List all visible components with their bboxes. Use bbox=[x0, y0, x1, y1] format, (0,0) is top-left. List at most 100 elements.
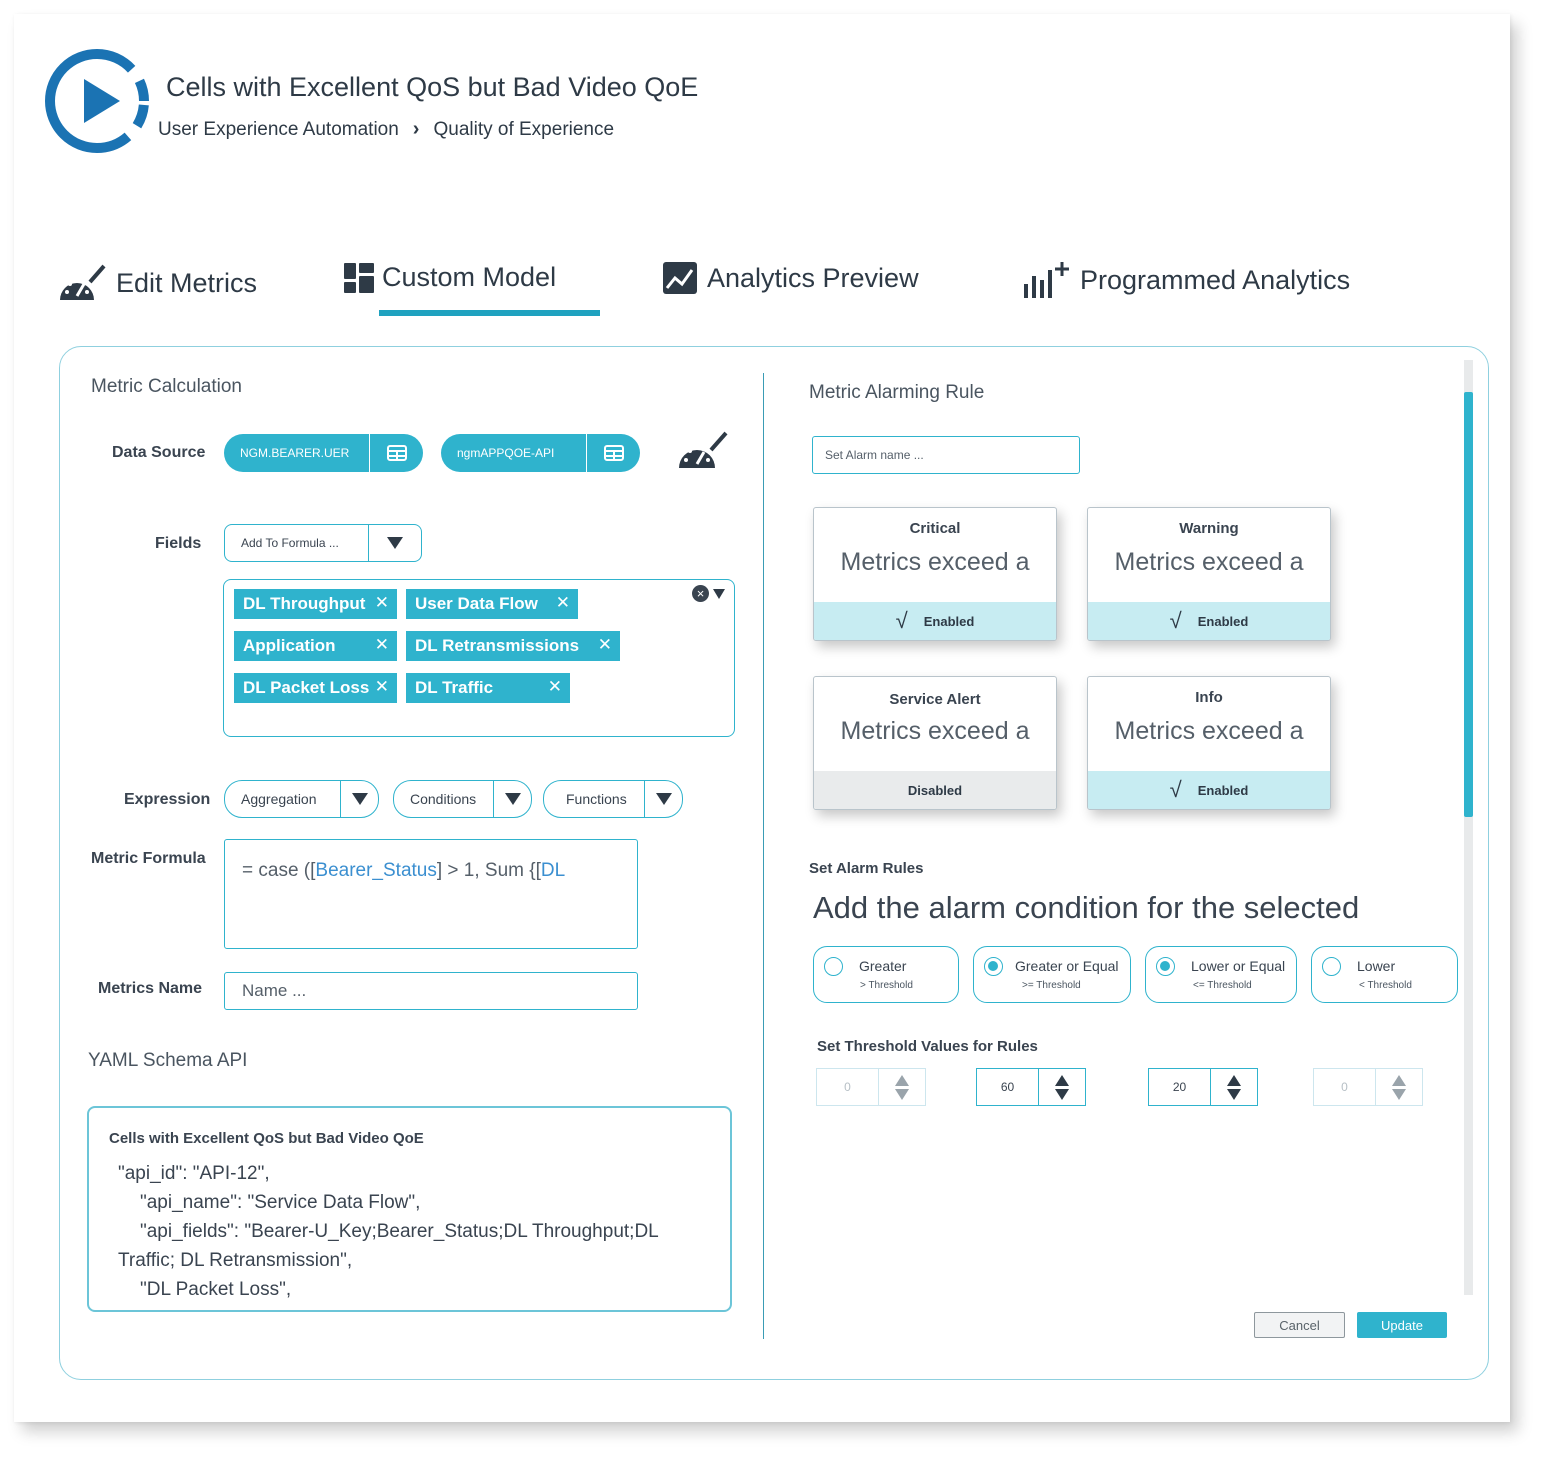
tab-label: Edit Metrics bbox=[116, 267, 258, 298]
close-icon[interactable]: ✕ bbox=[375, 635, 389, 655]
stepper-arrows[interactable] bbox=[1210, 1069, 1257, 1105]
data-source-pill[interactable]: ngmAPPQOE-API bbox=[441, 434, 640, 472]
data-source-pill[interactable]: NGM.BEARER.UER bbox=[224, 434, 423, 472]
status-label: Enabled bbox=[1197, 613, 1249, 629]
threshold-value[interactable]: 60 bbox=[977, 1080, 1038, 1094]
chevron-down-icon[interactable] bbox=[644, 781, 682, 817]
line-chart-icon bbox=[663, 262, 697, 294]
table-icon[interactable] bbox=[586, 434, 640, 472]
alarm-card-title: Service Alert bbox=[889, 691, 981, 708]
yaml-line: "api_id": "API-12", bbox=[118, 1163, 270, 1184]
alarm-card-desc: Metrics exceed a bbox=[840, 548, 1030, 576]
stepper-arrows[interactable] bbox=[1038, 1069, 1085, 1105]
arrow-up-icon[interactable] bbox=[1227, 1074, 1241, 1086]
threshold-stepper[interactable]: 60 bbox=[976, 1068, 1086, 1106]
alarm-card-status[interactable]: √ Enabled bbox=[1088, 602, 1330, 640]
rule-lower-or-equal[interactable]: Lower or Equal <= Threshold bbox=[1145, 946, 1297, 1003]
alarm-card-title: Info bbox=[1195, 689, 1223, 706]
conditions-select[interactable]: Conditions bbox=[393, 780, 532, 818]
alarm-card-title: Warning bbox=[1179, 520, 1239, 537]
scrollbar-thumb[interactable] bbox=[1464, 392, 1473, 817]
alarm-name-input[interactable]: Set Alarm name ... bbox=[812, 436, 1080, 474]
threshold-value[interactable]: 20 bbox=[1149, 1080, 1210, 1094]
breadcrumb-item[interactable]: User Experience Automation bbox=[158, 119, 399, 141]
yaml-line: "api_fields": "Bearer-U_Key;Bearer_Statu… bbox=[140, 1221, 659, 1242]
alarm-card-info[interactable]: Info Metrics exceed a √ Enabled bbox=[1087, 676, 1331, 810]
alarm-card-service-alert[interactable]: Service Alert Metrics exceed a Disabled bbox=[813, 676, 1057, 810]
alarm-card-warning[interactable]: Warning Metrics exceed a √ Enabled bbox=[1087, 507, 1331, 641]
threshold-stepper[interactable]: 0 bbox=[816, 1068, 926, 1106]
data-source-name: ngmAPPQOE-API bbox=[457, 446, 555, 460]
page-title: Cells with Excellent QoS but Bad Video Q… bbox=[166, 72, 699, 102]
tab-label: Programmed Analytics bbox=[1080, 264, 1351, 295]
field-tag-label: User Data Flow bbox=[415, 594, 538, 613]
gauge-edit-icon[interactable] bbox=[678, 430, 730, 470]
active-tab-indicator bbox=[379, 310, 600, 316]
metric-formula-label: Metric Formula bbox=[91, 850, 206, 867]
alarm-card-desc: Metrics exceed a bbox=[1114, 717, 1304, 745]
threshold-value[interactable]: 0 bbox=[1314, 1080, 1375, 1094]
tab-custom-model[interactable]: Custom Model bbox=[344, 262, 556, 293]
set-alarm-rules-label: Set Alarm Rules bbox=[809, 860, 924, 877]
threshold-value[interactable]: 0 bbox=[817, 1080, 878, 1094]
chevron-down-icon[interactable] bbox=[713, 588, 725, 599]
radio-button[interactable] bbox=[824, 957, 843, 976]
rule-name: Greater bbox=[859, 958, 907, 974]
aggregation-select[interactable]: Aggregation bbox=[224, 780, 379, 818]
breadcrumb: User Experience Automation › Quality of … bbox=[158, 118, 614, 141]
arrow-up-icon[interactable] bbox=[1055, 1074, 1069, 1086]
arrow-up-icon[interactable] bbox=[1392, 1074, 1406, 1086]
radio-button[interactable] bbox=[1322, 957, 1341, 976]
alarm-card-status[interactable]: √ Enabled bbox=[1088, 771, 1330, 809]
formula-text: = case ([ bbox=[242, 860, 316, 881]
metrics-name-placeholder: Name ... bbox=[242, 981, 307, 1000]
tab-edit-metrics[interactable]: Edit Metrics bbox=[58, 262, 257, 304]
yaml-line: "DL Packet Loss", bbox=[140, 1279, 292, 1300]
chevron-down-icon[interactable] bbox=[340, 781, 378, 817]
arrow-down-icon[interactable] bbox=[895, 1088, 909, 1100]
alarm-card-status[interactable]: Disabled bbox=[814, 771, 1056, 809]
radio-button[interactable] bbox=[984, 957, 1003, 976]
field-tag: DL Traffic ✕ bbox=[406, 673, 570, 703]
tab-programmed-analytics[interactable]: Programmed Analytics bbox=[1024, 262, 1350, 298]
status-label: Enabled bbox=[923, 613, 975, 629]
arrow-up-icon[interactable] bbox=[895, 1074, 909, 1086]
metrics-name-label: Metrics Name bbox=[98, 980, 203, 997]
breadcrumb-item[interactable]: Quality of Experience bbox=[433, 119, 614, 141]
clear-all-icon[interactable]: × bbox=[692, 585, 709, 602]
rule-lower[interactable]: Lower < Threshold bbox=[1311, 946, 1458, 1003]
radio-button[interactable] bbox=[1156, 957, 1175, 976]
threshold-stepper[interactable]: 20 bbox=[1148, 1068, 1258, 1106]
yaml-schema-title: YAML Schema API bbox=[88, 1050, 248, 1071]
arrow-down-icon[interactable] bbox=[1055, 1088, 1069, 1100]
arrow-down-icon[interactable] bbox=[1227, 1088, 1241, 1100]
cancel-button[interactable]: Cancel bbox=[1254, 1312, 1345, 1338]
stepper-arrows[interactable] bbox=[878, 1069, 925, 1105]
close-icon[interactable]: ✕ bbox=[598, 635, 612, 655]
close-icon[interactable]: ✕ bbox=[548, 677, 562, 697]
metrics-name-input[interactable]: Name ... bbox=[224, 972, 638, 1010]
alarm-card-status[interactable]: √ Enabled bbox=[814, 602, 1056, 640]
rule-greater-or-equal[interactable]: Greater or Equal >= Threshold bbox=[973, 946, 1131, 1003]
fields-select[interactable]: Add To Formula ... bbox=[224, 524, 422, 562]
arrow-down-icon[interactable] bbox=[1392, 1088, 1406, 1100]
yaml-box-title: Cells with Excellent QoS but Bad Video Q… bbox=[109, 1130, 424, 1147]
alarm-card-critical[interactable]: Critical Metrics exceed a √ Enabled bbox=[813, 507, 1057, 641]
yaml-line: "api_name": "Service Data Flow", bbox=[140, 1192, 421, 1213]
update-button[interactable]: Update bbox=[1357, 1312, 1447, 1338]
metric-calculation-title: Metric Calculation bbox=[91, 376, 242, 397]
metric-alarming-title: Metric Alarming Rule bbox=[809, 382, 985, 403]
table-icon[interactable] bbox=[369, 434, 423, 472]
functions-select[interactable]: Functions bbox=[543, 780, 683, 818]
metric-formula-input[interactable]: = case ([Bearer_Status] > 1, Sum {[DL bbox=[224, 839, 638, 949]
chevron-down-icon[interactable] bbox=[368, 525, 421, 561]
stepper-arrows[interactable] bbox=[1375, 1069, 1422, 1105]
close-icon[interactable]: ✕ bbox=[556, 593, 570, 613]
chevron-down-icon[interactable] bbox=[493, 781, 531, 817]
tab-analytics-preview[interactable]: Analytics Preview bbox=[663, 262, 919, 294]
rule-greater[interactable]: Greater > Threshold bbox=[813, 946, 959, 1003]
rule-sub: > Threshold bbox=[860, 980, 913, 991]
threshold-stepper[interactable]: 0 bbox=[1313, 1068, 1423, 1106]
close-icon[interactable]: ✕ bbox=[375, 677, 389, 697]
close-icon[interactable]: ✕ bbox=[375, 593, 389, 613]
